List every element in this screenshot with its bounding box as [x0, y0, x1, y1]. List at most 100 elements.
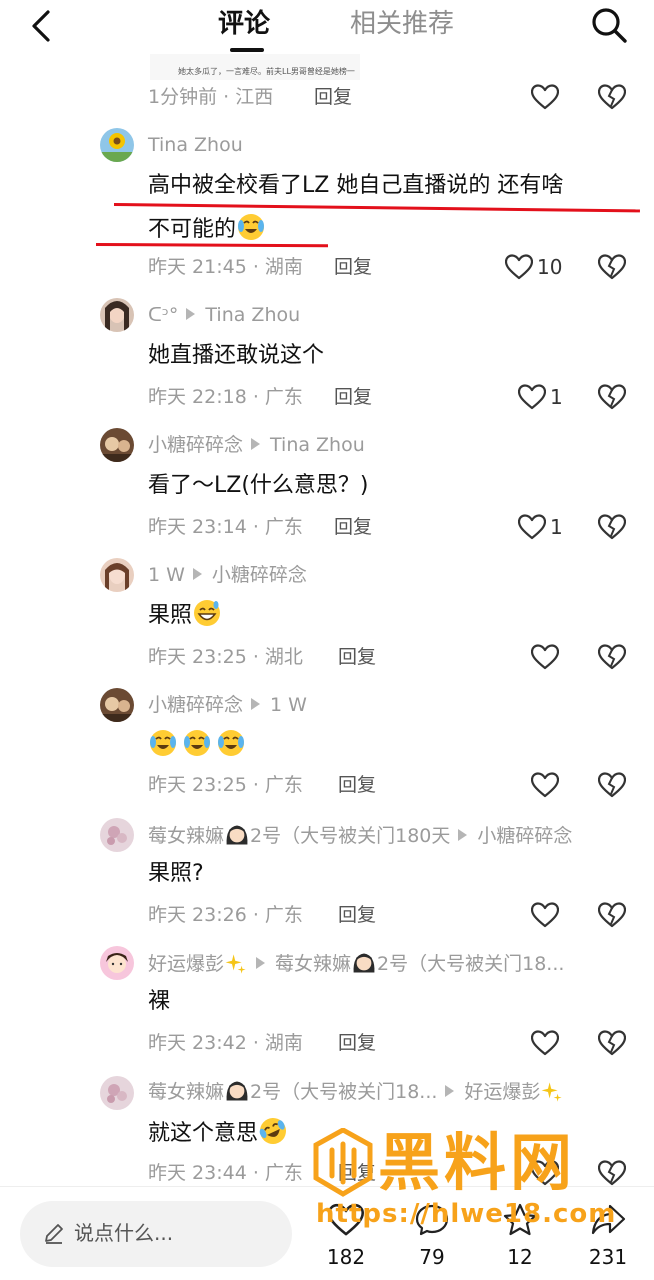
avatar[interactable]: [100, 946, 134, 980]
tab-related[interactable]: 相关推荐: [350, 6, 454, 42]
heart-icon[interactable]: [531, 84, 559, 110]
reply-to-username[interactable]: 1 W: [270, 694, 307, 716]
reply-button[interactable]: 回复: [338, 902, 376, 928]
reply-to-username[interactable]: 莓女辣嫲: [275, 953, 351, 975]
heart-icon[interactable]: [531, 902, 559, 928]
tab-comments[interactable]: 评论: [218, 6, 270, 42]
reply-button[interactable]: 回复: [334, 384, 372, 410]
comment-username[interactable]: ᑕᵓ° Tina Zhou: [148, 302, 300, 328]
heart-icon[interactable]: [531, 1160, 559, 1186]
grinning-sweat-emoji-icon: [194, 600, 221, 626]
share-count: 231: [588, 1245, 628, 1269]
share-button[interactable]: 231: [578, 1201, 638, 1273]
comment-time: 1分钟前 · 江西: [148, 86, 274, 108]
username-suffix[interactable]: 2号（大号被关门18...: [250, 1081, 437, 1103]
comment-username[interactable]: 莓女辣嫲 2号（大号被关门180天 小糖碎碎念: [148, 822, 572, 849]
avatar[interactable]: [100, 1076, 134, 1110]
reply-button[interactable]: 回复: [338, 1160, 376, 1186]
comment-time: 昨天 23:25 · 广东: [148, 774, 303, 796]
heart-icon[interactable]: [531, 772, 559, 798]
reply-to-username[interactable]: Tina Zhou: [205, 304, 300, 326]
favorite-button[interactable]: 12: [490, 1201, 550, 1273]
comment-username[interactable]: 莓女辣嫲 2号（大号被关门18... 好运爆彭: [148, 1078, 564, 1105]
broken-heart-icon[interactable]: [598, 84, 626, 110]
rolling-laughing-emoji-icon: [259, 1118, 287, 1144]
comment-text: 看了～LZ(什么意思？): [148, 473, 369, 498]
back-icon[interactable]: [22, 6, 62, 46]
reply-to-username[interactable]: Tina Zhou: [270, 434, 365, 456]
username[interactable]: 小糖碎碎念: [148, 434, 243, 456]
heart-icon: [328, 1203, 364, 1236]
comment-time: 昨天 23:26 · 广东: [148, 904, 303, 926]
reply-to-username[interactable]: 小糖碎碎念: [212, 564, 307, 586]
broken-heart-icon[interactable]: [598, 254, 626, 280]
heart-icon[interactable]: [518, 384, 546, 410]
reply-arrow-icon: [458, 829, 468, 841]
username[interactable]: 莓女辣嫲: [148, 1081, 224, 1103]
reply-button[interactable]: 回复: [314, 84, 352, 110]
username[interactable]: 好运爆彭: [148, 953, 224, 975]
search-icon[interactable]: [588, 4, 630, 46]
comment-text: [148, 728, 246, 762]
reply-to-username-suffix[interactable]: 2号（大号被关门18...: [377, 953, 564, 975]
avatar[interactable]: [100, 128, 134, 162]
comment-text: 裸: [148, 989, 171, 1014]
reply-arrow-icon: [251, 438, 261, 450]
broken-heart-icon[interactable]: [598, 1030, 626, 1056]
comment-time: 昨天 22:18 · 广东: [148, 386, 303, 408]
broken-heart-icon[interactable]: [598, 1160, 626, 1186]
comment-text-line: 就这个意思: [148, 1121, 259, 1146]
reply-button[interactable]: 回复: [334, 254, 372, 280]
heart-icon[interactable]: [531, 1030, 559, 1056]
heart-icon[interactable]: [505, 254, 533, 280]
avatar[interactable]: [100, 558, 134, 592]
avatar[interactable]: [100, 298, 134, 332]
heart-icon[interactable]: [531, 644, 559, 670]
reply-button[interactable]: 回复: [338, 1030, 376, 1056]
username[interactable]: 莓女辣嫲: [148, 825, 224, 847]
like-button[interactable]: 182: [316, 1201, 376, 1273]
reply-button[interactable]: 回复: [338, 644, 376, 670]
bottom-action-bar: 说点什么... 182 79 12 231: [0, 1186, 654, 1280]
comment-username[interactable]: Tina Zhou: [148, 132, 243, 158]
star-icon: [503, 1203, 537, 1236]
avatar[interactable]: [100, 818, 134, 852]
reply-button[interactable]: 回复: [338, 772, 376, 798]
comment-button[interactable]: 79: [402, 1201, 462, 1273]
comment-text-line: 不可能的: [148, 217, 237, 242]
annotation-underline: [113, 203, 640, 213]
comment-text: 就这个意思: [148, 1116, 288, 1150]
comment-text: 高中被全校看了LZ 她自己直播说的 还有啥: [148, 173, 564, 198]
girl-emoji-icon: [226, 825, 248, 845]
broken-heart-icon[interactable]: [598, 384, 626, 410]
comment-input[interactable]: 说点什么...: [20, 1201, 292, 1267]
reply-arrow-icon: [256, 957, 266, 969]
broken-heart-icon[interactable]: [598, 644, 626, 670]
broken-heart-icon[interactable]: [598, 514, 626, 540]
like-count: 1: [550, 515, 563, 539]
like-count: 1: [550, 385, 563, 409]
comment-image-thumbnail[interactable]: 她太多瓜了，一言难尽。前夫LL男哥曾经是她榜一: [150, 54, 360, 80]
share-icon: [591, 1204, 626, 1235]
comment-username[interactable]: 小糖碎碎念 Tina Zhou: [148, 432, 365, 458]
avatar[interactable]: [100, 688, 134, 722]
broken-heart-icon[interactable]: [598, 772, 626, 798]
comment-time: 昨天 23:14 · 广东: [148, 516, 303, 538]
reply-to-username[interactable]: 好运爆彭: [464, 1081, 540, 1103]
username-suffix[interactable]: 2号（大号被关门180天: [250, 825, 450, 847]
heart-icon[interactable]: [518, 514, 546, 540]
username[interactable]: ᑕᵓ°: [148, 304, 178, 326]
avatar[interactable]: [100, 428, 134, 462]
comment-username[interactable]: 1 W 小糖碎碎念: [148, 562, 307, 588]
username[interactable]: 小糖碎碎念: [148, 694, 243, 716]
comment-username[interactable]: 好运爆彭 莓女辣嫲 2号（大号被关门18...: [148, 950, 564, 977]
pencil-icon: [45, 1224, 63, 1244]
reply-arrow-icon: [192, 568, 202, 580]
broken-heart-icon[interactable]: [598, 902, 626, 928]
reply-button[interactable]: 回复: [334, 514, 372, 540]
comment-username[interactable]: 小糖碎碎念 1 W: [148, 692, 307, 718]
username[interactable]: 1 W: [148, 564, 185, 586]
top-bar: 评论 相关推荐: [0, 0, 654, 54]
reply-to-username[interactable]: 小糖碎碎念: [477, 825, 572, 847]
active-tab-underline: [230, 48, 264, 52]
